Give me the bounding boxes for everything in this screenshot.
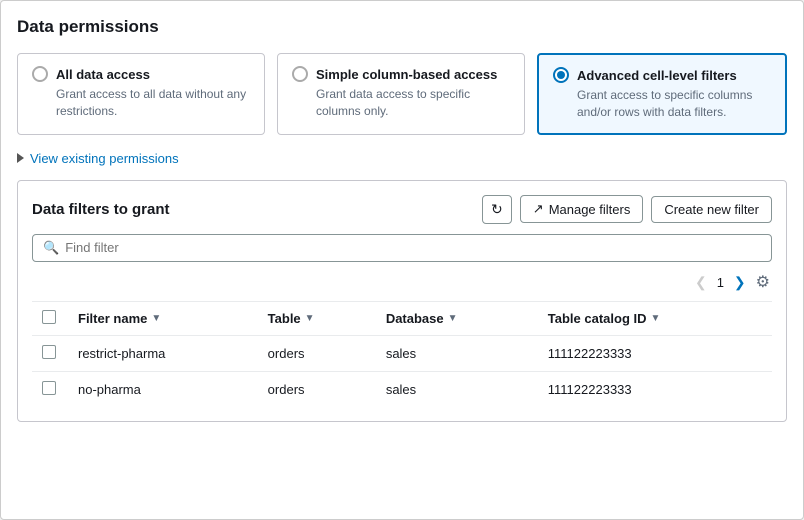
view-permissions-toggle[interactable]: View existing permissions [17, 151, 787, 166]
sort-icon-table[interactable]: ▼ [305, 313, 315, 324]
table-row: restrict-pharma orders sales 11112222333… [32, 335, 772, 371]
triangle-icon [17, 153, 24, 163]
refresh-button[interactable]: ↻ [482, 195, 512, 224]
radio-card-simple-column[interactable]: Simple column-based access Grant data ac… [277, 53, 525, 135]
prev-page-button[interactable]: ❮ [691, 272, 711, 293]
cell-catalog-id-0: 111122223333 [538, 335, 772, 371]
filters-table: Filter name ▼ Table ▼ Da [32, 302, 772, 407]
cell-filter-name-1: no-pharma [68, 371, 258, 407]
radio-label-all-data: All data access [56, 67, 150, 82]
radio-options-group: All data access Grant access to all data… [17, 53, 787, 135]
radio-card-advanced-cell[interactable]: Advanced cell-level filters Grant access… [537, 53, 787, 135]
next-page-button[interactable]: ❯ [730, 272, 750, 293]
manage-filters-button[interactable]: ↗ Manage filters [520, 195, 644, 223]
cell-table-0: orders [258, 335, 376, 371]
panel-toolbar: Data filters to grant ↻ ↗ Manage filters… [32, 195, 772, 224]
main-container: Data permissions All data access Grant a… [0, 0, 804, 520]
settings-icon[interactable]: ⚙ [756, 272, 770, 292]
toolbar-buttons: ↻ ↗ Manage filters Create new filter [482, 195, 772, 224]
sort-icon-filter-name[interactable]: ▼ [151, 313, 161, 324]
radio-label-advanced-cell: Advanced cell-level filters [577, 68, 737, 83]
create-new-filter-label: Create new filter [664, 202, 759, 217]
search-bar: 🔍 [32, 234, 772, 262]
cell-database-0: sales [376, 335, 538, 371]
table-wrap: Filter name ▼ Table ▼ Da [32, 301, 772, 407]
select-all-checkbox[interactable] [42, 310, 56, 324]
radio-circle-all-data [32, 66, 48, 82]
cell-catalog-id-1: 111122223333 [538, 371, 772, 407]
panel-title: Data filters to grant [32, 201, 170, 218]
data-filters-panel: Data filters to grant ↻ ↗ Manage filters… [17, 180, 787, 422]
cell-database-1: sales [376, 371, 538, 407]
radio-desc-all-data: Grant access to all data without any res… [56, 86, 250, 120]
row-checkbox-1[interactable] [42, 381, 56, 395]
search-icon: 🔍 [43, 240, 59, 256]
page-title: Data permissions [17, 17, 787, 37]
pagination-row: ❮ 1 ❯ ⚙ [32, 272, 772, 293]
th-database: Database ▼ [376, 302, 538, 336]
row-checkbox-0[interactable] [42, 345, 56, 359]
table-row: no-pharma orders sales 111122223333 [32, 371, 772, 407]
radio-desc-advanced-cell: Grant access to specific columns and/or … [577, 87, 771, 121]
radio-circle-simple-column [292, 66, 308, 82]
radio-circle-advanced-cell [553, 67, 569, 83]
radio-desc-simple-column: Grant data access to specific columns on… [316, 86, 510, 120]
th-catalog-id: Table catalog ID ▼ [538, 302, 772, 336]
refresh-icon: ↻ [491, 201, 503, 218]
page-number: 1 [717, 275, 724, 290]
radio-label-simple-column: Simple column-based access [316, 67, 497, 82]
manage-filters-label: Manage filters [549, 202, 631, 217]
view-permissions-label: View existing permissions [30, 151, 179, 166]
external-link-icon: ↗ [533, 201, 544, 217]
radio-card-all-data[interactable]: All data access Grant access to all data… [17, 53, 265, 135]
cell-filter-name-0: restrict-pharma [68, 335, 258, 371]
sort-icon-catalog-id[interactable]: ▼ [651, 313, 661, 324]
sort-icon-database[interactable]: ▼ [448, 313, 458, 324]
create-new-filter-button[interactable]: Create new filter [651, 196, 772, 223]
cell-table-1: orders [258, 371, 376, 407]
search-input[interactable] [65, 240, 761, 255]
th-table: Table ▼ [258, 302, 376, 336]
th-filter-name: Filter name ▼ [68, 302, 258, 336]
